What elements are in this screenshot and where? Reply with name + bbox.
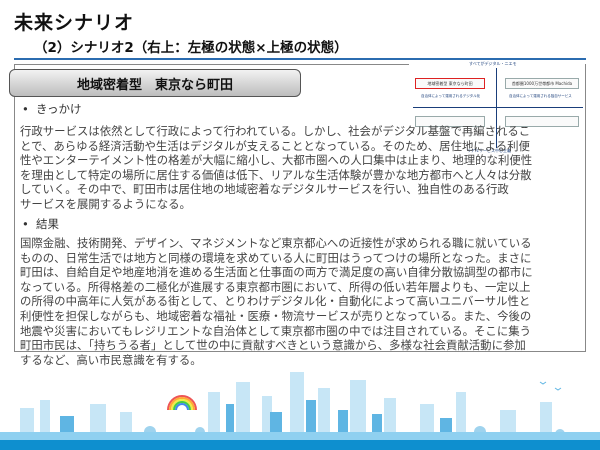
city-skyline-footer	[0, 372, 600, 450]
section-body-result: 国際金融、技術開発、デザイン、マネジメントなど東京都心への近接性が求められる職に…	[20, 236, 582, 367]
thumb-note-1: 自治体によって運用されるデジタル化	[421, 94, 481, 98]
footer-band-top	[0, 432, 600, 440]
text-line: なっている。所得格差の二極化が進展する東京都市圏において、所得の低い若年層よりも…	[20, 279, 531, 294]
text-line: 性やエンターテイメント性の格差が大幅に縮小し、大都市圏への人口集中は止まり、地理…	[20, 153, 533, 168]
page-number: 4	[577, 413, 586, 428]
thumb-cell-2: 首都圏1000万世帯都市 Machida	[505, 78, 579, 89]
thumb-cell-1: 地域密着型 東京なら町田	[415, 78, 485, 89]
section-heading-result: • 結果	[22, 217, 59, 231]
section-heading-trigger-label: きっかけ	[36, 102, 82, 116]
title-underline	[14, 58, 586, 60]
text-line: とで、あらゆる経済活動や生活はデジタルが支えることとなっている。そのため、居住地…	[20, 138, 530, 153]
skyline-light-buildings-icon	[20, 372, 552, 438]
text-line: 行政サービスは依然として行政によって行われている。しかし、社会がデジタル基盤で再…	[20, 124, 531, 138]
text-line: の所得の中高年に人気がある街として、とりわけデジタル化・自動化によって高いユニバ…	[20, 294, 531, 309]
thumb-note-2: 自治体によって運用される独自サービス	[509, 94, 572, 98]
section-heading-trigger: • きっかけ	[22, 102, 82, 116]
text-line: 町田は、自給自足や地産地消を進める生活面と仕事面の両方で満足度の高い自律分散協調…	[20, 265, 533, 280]
slide-title: 未来シナリオ	[14, 12, 135, 34]
text-line: 国際金融、技術開発、デザイン、マネジメントなど東京都心への近接性が求められる職に…	[20, 236, 532, 250]
bird-icons	[539, 381, 562, 391]
slide-subtitle: （2）シナリオ2（右上：左極の状態×上極の状態）	[34, 40, 348, 56]
text-line: 地震や災害においてもレジリエントな自治体として東京都市圏の中では注目されている。…	[20, 323, 531, 338]
section-body-trigger: 行政サービスは依然として行政によって行われている。しかし、社会がデジタル基盤で再…	[20, 124, 582, 212]
text-line: していく。その中で、町田市は居住地の地域密着なデジタルサービスを行い、独自性のあ…	[20, 182, 509, 197]
section-heading-result-label: 結果	[36, 217, 59, 231]
scenario-banner: 地域密着型 東京なら町田	[9, 69, 301, 97]
text-line: サービスを展開するようになる。	[20, 196, 191, 211]
text-line: ものの、日常生活では地方と同様の環境を求めている人に町田はうってつけの場所となっ…	[20, 250, 532, 265]
text-line: 町田市民は、「持ちうる者」として世の中に貢献すべきという意識から、多様な社会貢献…	[20, 338, 526, 353]
thumb-horizontal-axis	[413, 107, 583, 108]
thumb-top-label: すべてがデジタル・ニエモ	[469, 61, 517, 66]
text-line: を理由として特定の場所に居住する価値は低下、リアルな生活体験が豊かな地方都市へと…	[20, 167, 532, 182]
text-line: 利便性を担保しながらも、地域密着な福祉・医療・物流サービスが売りとなっている。ま…	[20, 308, 532, 323]
rainbow-icon	[167, 395, 197, 411]
